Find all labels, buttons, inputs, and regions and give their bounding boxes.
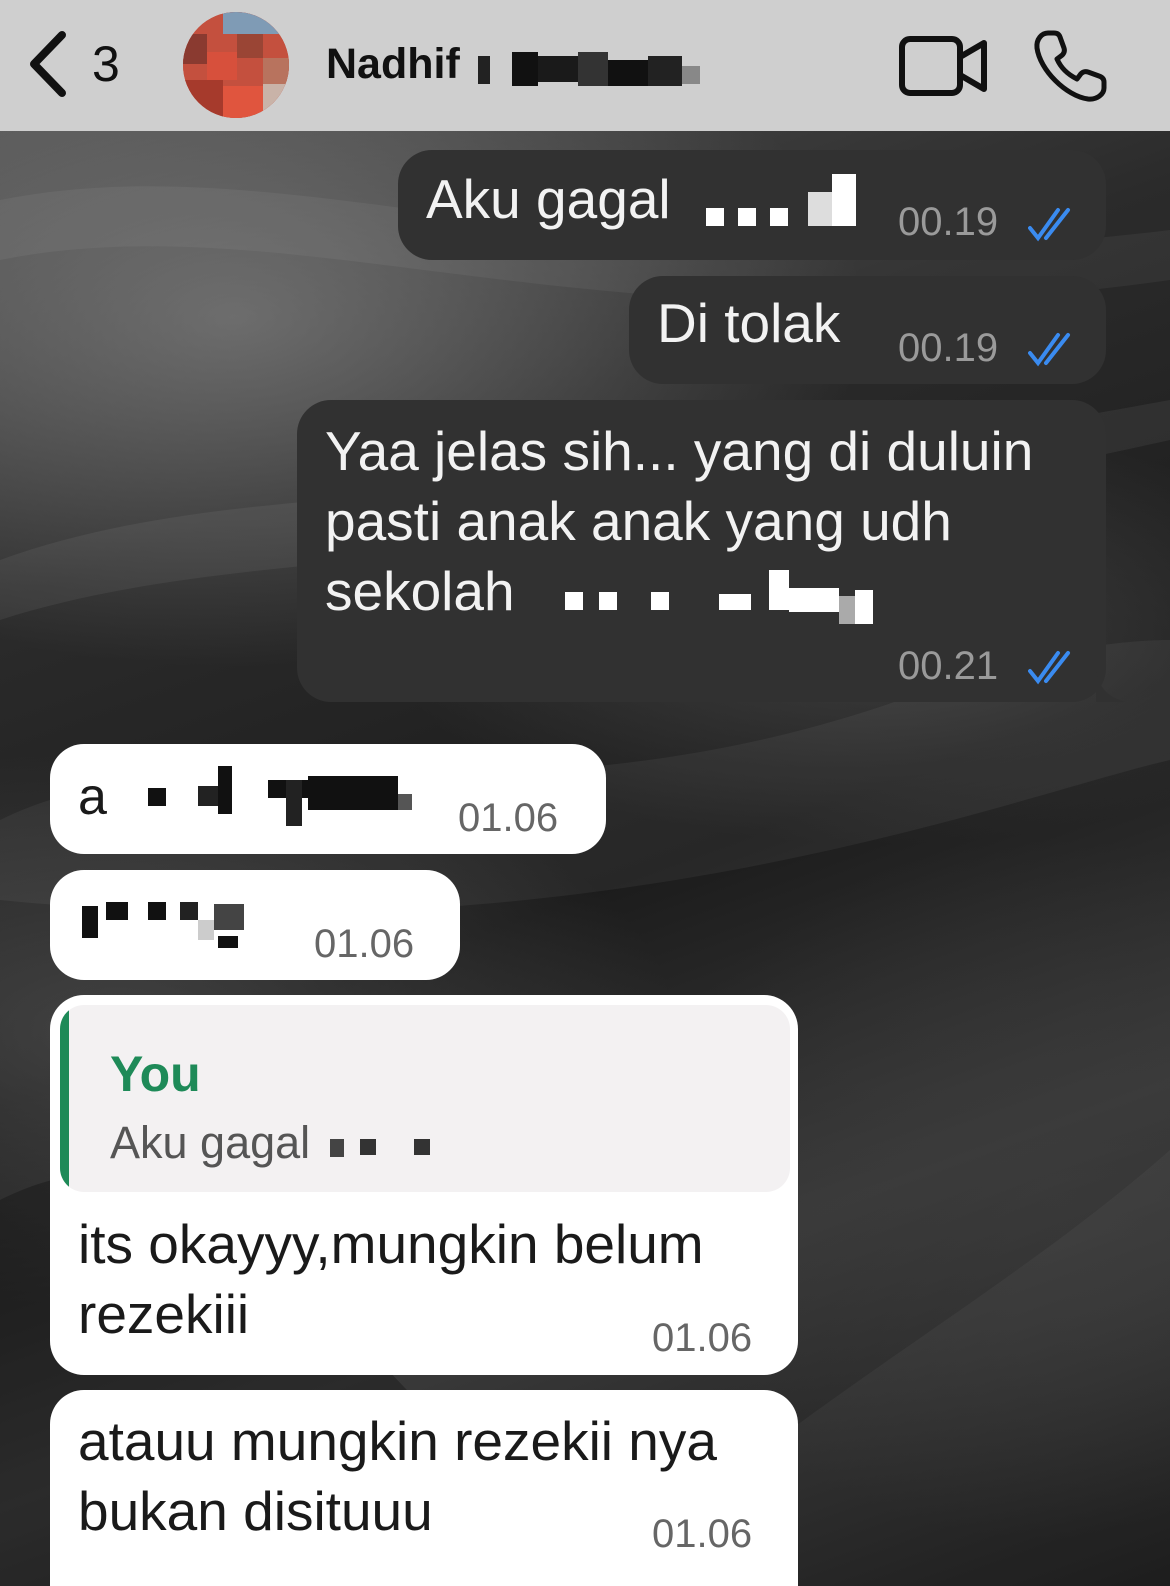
- message-time: 00.21: [898, 644, 999, 688]
- quote-accent-bar: [60, 1005, 69, 1192]
- message-incoming[interactable]: a 01.06: [50, 744, 606, 854]
- redacted-text: [330, 1139, 430, 1157]
- message-text-line: atauu mungkin rezekii nya: [78, 1410, 717, 1472]
- message-outgoing[interactable]: Di tolak 00.19: [629, 276, 1106, 384]
- read-receipt-icon: [1028, 333, 1070, 367]
- redacted-surname: [478, 52, 700, 86]
- unread-count: 3: [92, 36, 120, 92]
- message-outgoing[interactable]: Aku gagal 00.19: [398, 150, 1106, 260]
- chat-header: 3 Nadhif: [0, 0, 1170, 131]
- chevron-left-icon: [30, 31, 66, 97]
- message-text-line: bukan disituuu: [78, 1480, 433, 1542]
- message-time: 01.06: [652, 1512, 753, 1556]
- message-incoming-reply[interactable]: You Aku gagal its okayyy,mungkin belum r…: [50, 995, 798, 1375]
- message-incoming[interactable]: atauu mungkin rezekii nya bukan disituuu…: [50, 1390, 798, 1586]
- message-time: 01.06: [458, 796, 559, 840]
- message-time: 01.06: [652, 1316, 753, 1360]
- message-text: Di tolak: [657, 292, 841, 354]
- contact-name[interactable]: Nadhif: [326, 40, 460, 89]
- phone-call-icon[interactable]: [1032, 28, 1110, 104]
- read-receipt-icon: [1028, 208, 1070, 242]
- read-receipt-icon: [1028, 651, 1070, 685]
- quote-text: Aku gagal: [110, 1117, 311, 1168]
- message-text-line: rezekiii: [78, 1283, 250, 1345]
- quote-author: You: [110, 1046, 201, 1102]
- message-text-line: pasti anak anak yang udh: [325, 490, 952, 552]
- video-call-icon[interactable]: [898, 33, 990, 99]
- bubble-tail: [1096, 672, 1126, 702]
- message-incoming[interactable]: 01.06: [50, 870, 460, 980]
- message-outgoing[interactable]: Yaa jelas sih... yang di duluin pasti an…: [297, 400, 1106, 702]
- contact-avatar[interactable]: [183, 12, 289, 118]
- message-time: 00.19: [898, 200, 999, 244]
- message-text: Aku gagal: [426, 168, 671, 230]
- message-time: 01.06: [314, 922, 415, 966]
- redacted-text: [565, 570, 873, 624]
- redacted-text: [706, 174, 856, 226]
- message-text-line: sekolah: [325, 560, 515, 622]
- redacted-text: [148, 766, 412, 826]
- back-button[interactable]: 3: [24, 28, 144, 100]
- redacted-text: [82, 902, 244, 948]
- quoted-message[interactable]: You Aku gagal: [60, 1005, 790, 1192]
- message-text-line: its okayyy,mungkin belum: [78, 1213, 704, 1275]
- message-time: 00.19: [898, 326, 999, 370]
- message-text-line: Yaa jelas sih... yang di duluin: [325, 420, 1034, 482]
